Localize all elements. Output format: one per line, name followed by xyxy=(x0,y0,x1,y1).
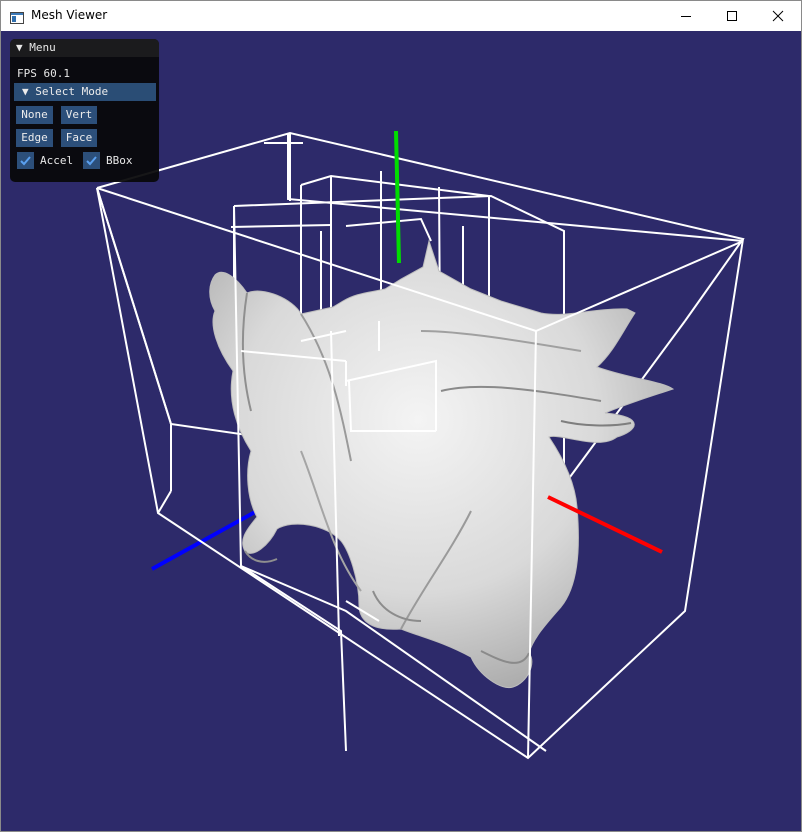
none-button[interactable]: None xyxy=(16,106,53,124)
vert-button[interactable]: Vert xyxy=(61,106,97,124)
app-window-icon xyxy=(10,9,24,24)
menu-header[interactable]: ▼ Menu xyxy=(10,39,159,57)
accel-checkbox[interactable] xyxy=(17,152,34,169)
fps-readout: FPS 60.1 xyxy=(17,67,70,80)
mesh-viewer-window: Mesh Viewer ▼ Menu FPS 60.1 ▼ Select Mod… xyxy=(0,0,802,832)
close-button[interactable] xyxy=(755,1,801,31)
close-icon xyxy=(772,10,784,22)
y-axis-line xyxy=(394,130,401,264)
minimize-button[interactable] xyxy=(663,1,709,31)
3d-viewport[interactable]: ▼ Menu FPS 60.1 ▼ Select Mode None Vert … xyxy=(1,31,801,831)
minimize-icon xyxy=(681,16,691,17)
select-mode-header[interactable]: ▼ Select Mode xyxy=(14,83,156,101)
menu-title: ▼ Menu xyxy=(16,41,56,54)
edge-button[interactable]: Edge xyxy=(16,129,53,147)
bbox-checkbox[interactable] xyxy=(83,152,100,169)
checkmark-icon xyxy=(20,156,31,166)
accel-label: Accel xyxy=(40,154,74,167)
maximize-button[interactable] xyxy=(709,1,755,31)
window-title: Mesh Viewer xyxy=(31,8,108,22)
bbox-label: BBox xyxy=(106,154,133,167)
menu-panel: ▼ Menu FPS 60.1 ▼ Select Mode None Vert … xyxy=(10,39,159,182)
face-button[interactable]: Face xyxy=(61,129,97,147)
checkmark-icon xyxy=(86,156,97,166)
select-mode-label: ▼ Select Mode xyxy=(22,85,109,98)
dragon-mesh xyxy=(209,239,675,689)
maximize-icon xyxy=(727,11,737,21)
title-bar[interactable]: Mesh Viewer xyxy=(1,1,801,31)
